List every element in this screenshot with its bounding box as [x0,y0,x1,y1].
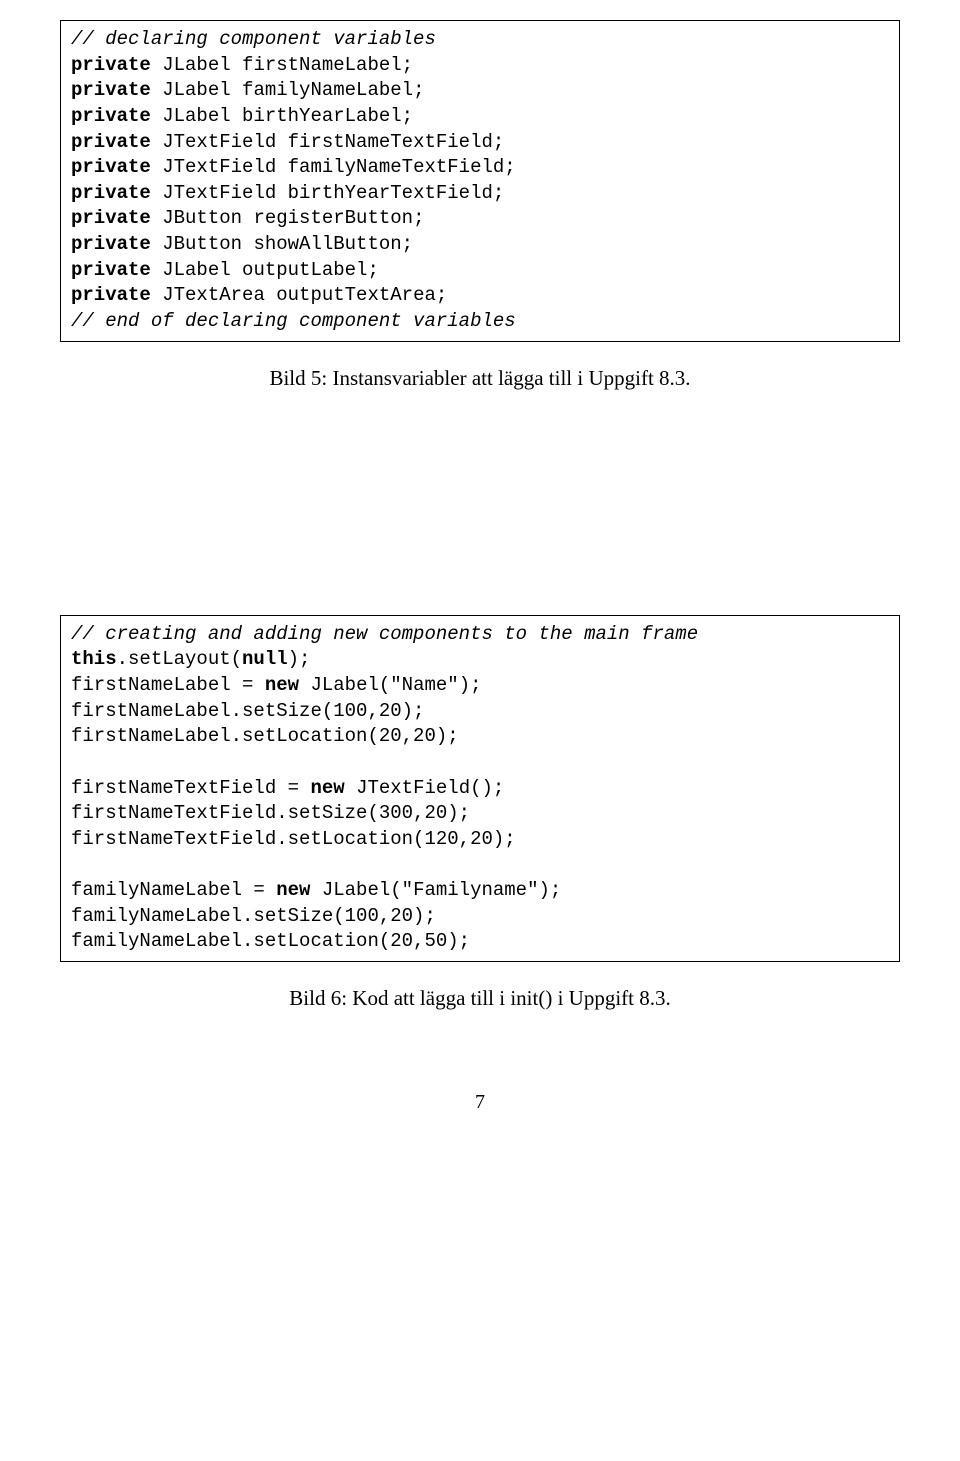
code-text: JTextField familyNameTextField; [151,156,516,178]
code-text: JLabel outputLabel; [151,259,379,281]
code-text: familyNameLabel.setSize(100,20); [71,905,436,927]
code-keyword: private [71,207,151,229]
code-text: JTextField birthYearTextField; [151,182,504,204]
code-text: firstNameTextField.setSize(300,20); [71,802,470,824]
code-keyword: private [71,156,151,178]
code-text: JLabel birthYearLabel; [151,105,413,127]
code-keyword: private [71,105,151,127]
code-text: JLabel familyNameLabel; [151,79,425,101]
code-text: firstNameTextField = [71,777,310,799]
code-keyword: this [71,648,117,670]
code-keyword: null [242,648,288,670]
code-keyword: new [276,879,310,901]
code-text: JTextArea outputTextArea; [151,284,447,306]
page: // declaring component variables private… [0,0,960,1154]
code-text: JButton registerButton; [151,207,425,229]
code-keyword: private [71,79,151,101]
code-text: JButton showAllButton; [151,233,413,255]
code-block-1: // declaring component variables private… [60,20,900,342]
code-text: JLabel("Familyname"); [310,879,561,901]
code-text: firstNameTextField.setLocation(120,20); [71,828,516,850]
code-keyword: private [71,233,151,255]
code-text: firstNameLabel = [71,674,265,696]
code-text: familyNameLabel = [71,879,276,901]
code-keyword: private [71,259,151,281]
code-text: JTextField firstNameTextField; [151,131,504,153]
code-comment: // declaring component variables [71,28,436,50]
code-text: familyNameLabel.setLocation(20,50); [71,930,470,952]
code-block-2: // creating and adding new components to… [60,615,900,962]
code-text: JTextField(); [345,777,505,799]
code-text: .setLayout( [117,648,242,670]
code-keyword: private [71,182,151,204]
code-comment: // creating and adding new components to… [71,623,698,645]
spacer [60,415,900,615]
code-text: firstNameLabel.setLocation(20,20); [71,725,459,747]
figure-caption-2: Bild 6: Kod att lägga till i init() i Up… [60,986,900,1011]
code-keyword: new [265,674,299,696]
code-keyword: private [71,54,151,76]
code-keyword: private [71,284,151,306]
code-keyword: private [71,131,151,153]
code-text: firstNameLabel.setSize(100,20); [71,700,424,722]
figure-caption-1: Bild 5: Instansvariabler att lägga till … [60,366,900,391]
code-text: JLabel firstNameLabel; [151,54,413,76]
page-number: 7 [60,1091,900,1114]
code-text: JLabel("Name"); [299,674,481,696]
code-text: ); [288,648,311,670]
code-comment: // end of declaring component variables [71,310,516,332]
code-keyword: new [310,777,344,799]
